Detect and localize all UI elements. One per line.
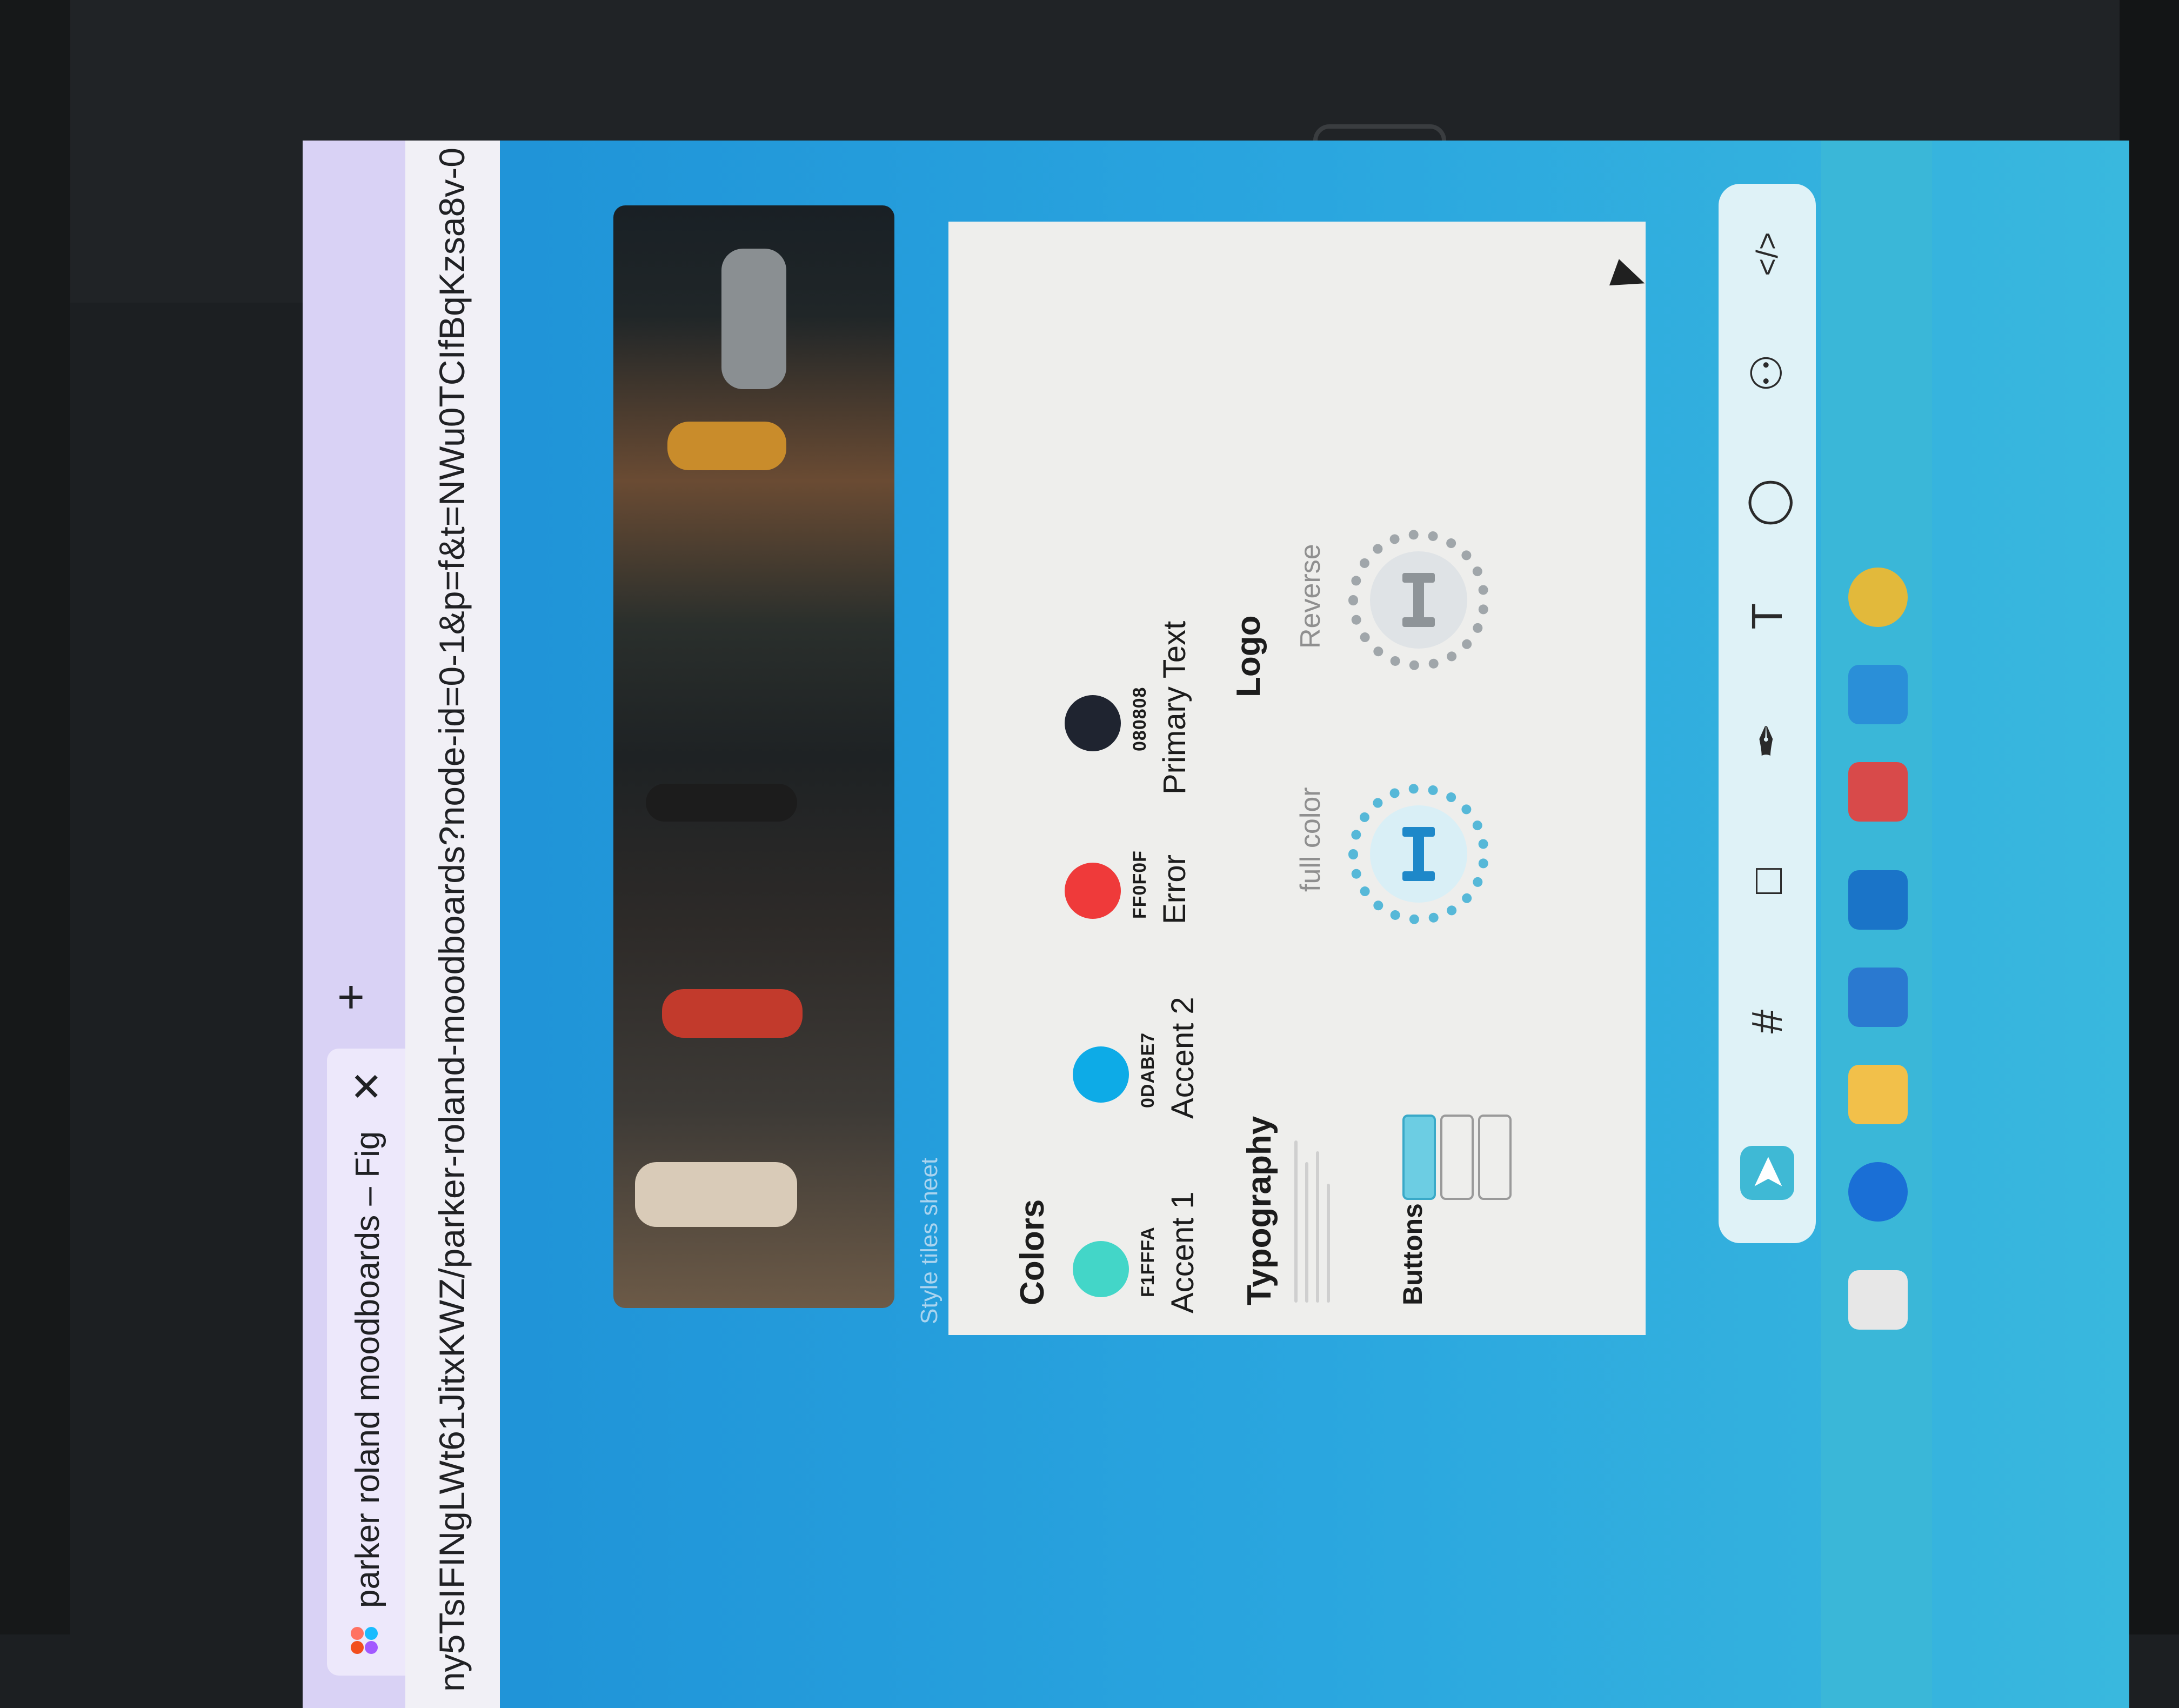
actions-tool-icon[interactable]: ⚇ <box>1740 346 1794 400</box>
swatch-accent-2[interactable] <box>1073 1046 1129 1103</box>
swatch-label: Accent 1 <box>1165 1191 1200 1313</box>
swatch-primary-text[interactable] <box>1065 695 1121 751</box>
swatch-label: Accent 2 <box>1165 997 1200 1119</box>
move-tool-icon[interactable]: ➤ <box>1740 1146 1794 1200</box>
new-tab-button[interactable]: + <box>324 984 378 1011</box>
mail-icon[interactable] <box>1848 870 1908 930</box>
moodboard-figure <box>646 784 797 822</box>
swatch-label: Error <box>1157 855 1192 924</box>
swatch-error[interactable] <box>1065 863 1121 919</box>
swatch-hex: 0DABE7 <box>1138 1032 1158 1108</box>
text-tool-icon[interactable]: T <box>1740 589 1794 643</box>
app-icon[interactable] <box>1848 762 1908 822</box>
chrome-icon[interactable] <box>1848 568 1908 627</box>
vscode-icon[interactable] <box>1848 665 1908 724</box>
style-tile-frame[interactable]: Colors F1FFFA Accent 1 0DABE7 Accent 2 F… <box>948 222 1646 1335</box>
swatch-label: Primary Text <box>1157 621 1192 795</box>
browser-tab-bar: parker roland moodboards – Fig ✕ + <box>303 141 405 1708</box>
edge-browser-icon[interactable] <box>1848 1162 1908 1222</box>
laptop-bezel-left <box>0 0 70 1634</box>
buttons-heading: Buttons <box>1398 1203 1428 1305</box>
swatch-hex: FF0F0F <box>1129 850 1150 919</box>
logo-full-color[interactable] <box>1348 784 1489 924</box>
button-sample-secondary[interactable] <box>1440 1115 1474 1200</box>
moodboard-figure <box>635 1162 797 1227</box>
logo-variant-label: full color <box>1295 787 1326 892</box>
colors-heading: Colors <box>1014 1199 1051 1305</box>
moodboard-figure <box>667 422 786 470</box>
logo-heading: Logo <box>1230 615 1267 698</box>
dev-mode-icon[interactable]: </> <box>1740 227 1794 281</box>
swatch-hex: 080808 <box>1129 686 1150 751</box>
frame-tool-icon[interactable]: # <box>1740 995 1794 1049</box>
button-sample-tertiary[interactable] <box>1478 1115 1512 1200</box>
url-text[interactable]: ny5TsIFINgLWt61JitxKWZ/parker-roland-moo… <box>431 148 472 1692</box>
rotated-screen-wrapper: parker roland moodboards – Fig ✕ + ny5Ts… <box>303 141 2129 1708</box>
logo-variant-label: Reverse <box>1295 544 1326 649</box>
logo-reverse[interactable] <box>1348 530 1489 670</box>
screen: parker roland moodboards – Fig ✕ + ny5Ts… <box>303 141 2129 1708</box>
typography-heading: Typography <box>1241 1116 1278 1305</box>
store-icon[interactable] <box>1848 968 1908 1027</box>
os-taskbar <box>1821 141 1932 1708</box>
address-bar[interactable]: ny5TsIFINgLWt61JitxKWZ/parker-roland-moo… <box>405 141 500 1708</box>
figma-favicon-icon <box>351 1624 381 1654</box>
tab-title: parker roland moodboards – Fig <box>349 1131 386 1608</box>
figma-toolbar: ➤ # □ ✒ T ◯ ⚇ </> <box>1719 184 1816 1243</box>
swatch-accent-1[interactable] <box>1073 1241 1129 1297</box>
swatch-hex: F1FFFA <box>1138 1226 1158 1297</box>
moodboard-image[interactable] <box>613 205 894 1308</box>
comment-tool-icon[interactable]: ◯ <box>1740 476 1794 530</box>
close-tab-icon[interactable]: ✕ <box>344 1070 390 1103</box>
button-sample-primary[interactable] <box>1402 1115 1436 1200</box>
file-explorer-icon[interactable] <box>1848 1065 1908 1124</box>
moodboard-equipment <box>721 249 786 389</box>
taskview-icon[interactable] <box>1848 1270 1908 1330</box>
frame-label[interactable]: Style tiles sheet <box>916 1158 943 1324</box>
moodboard-figure <box>662 989 803 1038</box>
pen-tool-icon[interactable]: ✒ <box>1740 713 1794 768</box>
shape-tool-icon[interactable]: □ <box>1740 854 1794 908</box>
browser-tab-active[interactable]: parker roland moodboards – Fig ✕ <box>327 1049 405 1676</box>
